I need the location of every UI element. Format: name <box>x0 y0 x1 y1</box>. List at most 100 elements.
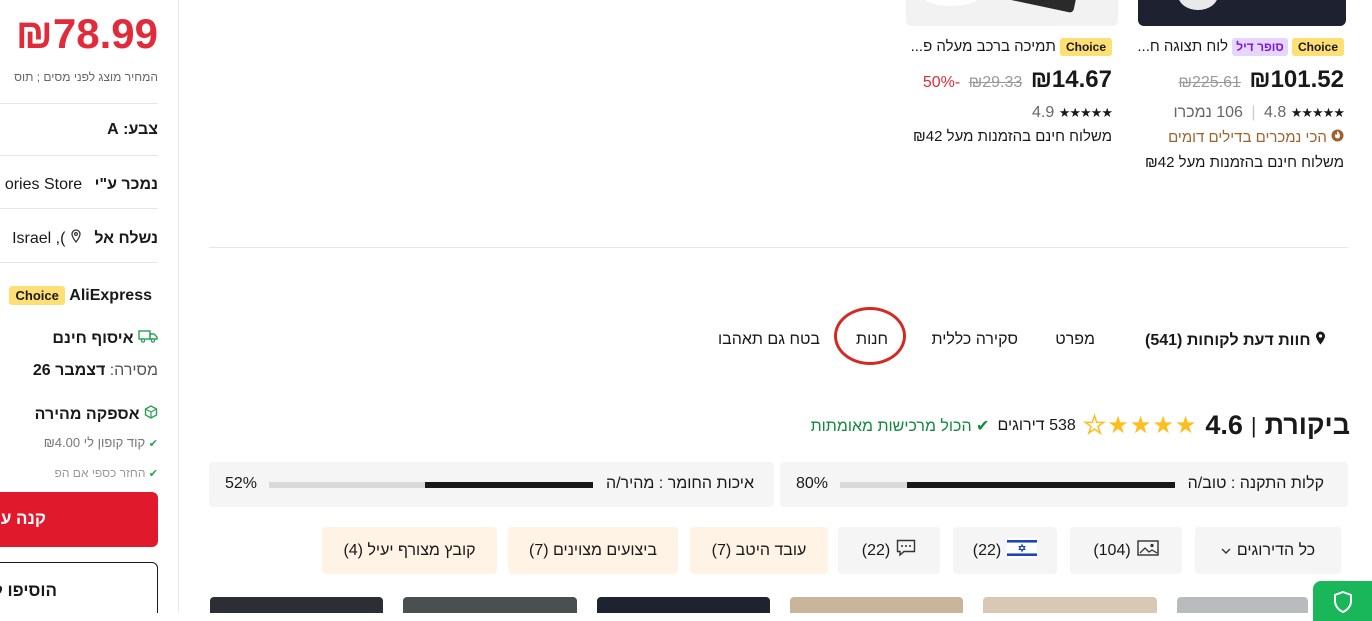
delivery-label: מסירה: <box>109 362 158 379</box>
coupon-line: ✔ קוד קופון לי ₪4.00 <box>44 435 158 450</box>
filter-photos[interactable]: (104) <box>1070 527 1182 574</box>
tab-specs[interactable]: מפרט <box>1055 331 1095 349</box>
separator: | <box>1251 104 1256 121</box>
product-price-row: ₪14.67 ₪29.33 -50% <box>923 66 1112 94</box>
price-note: המחיר מוצג לפני מסים ; תוס <box>14 70 158 84</box>
price: ₪78.99 <box>15 10 158 57</box>
half-star-icon: ★ <box>1083 411 1106 440</box>
rating-bar-fill <box>424 482 593 488</box>
filter-all-ratings[interactable]: כל הדירוגים <box>1195 527 1341 574</box>
verified-text: הכול מרכישות מאומתות <box>810 417 972 435</box>
product-image-detail <box>921 0 981 6</box>
product-price: ₪101.52 <box>1249 66 1344 93</box>
location-pin-icon <box>65 229 81 247</box>
sold-by-label: נמכר ע"י <box>94 176 158 193</box>
divider <box>0 208 158 209</box>
product-image[interactable] <box>906 0 1118 26</box>
filter-tag[interactable]: קובץ מצורף יעיל (4) <box>322 527 497 574</box>
tab-overview[interactable]: סקירה כללית <box>931 331 1018 349</box>
aliexpress-label: AliExpress <box>69 287 152 304</box>
floating-help-button[interactable] <box>1313 581 1372 621</box>
review-score: 4.6 <box>1205 410 1243 440</box>
refund-line: ✔ החזר כספי אם הפ <box>55 466 158 480</box>
filter-country[interactable]: (22) <box>953 527 1057 574</box>
delivery-date: מסירה: דצמבר 26 <box>33 362 158 380</box>
review-stars: ★★★★ <box>1107 412 1198 439</box>
choice-badge: Choice <box>1059 38 1112 56</box>
review-photo[interactable] <box>983 597 1157 613</box>
store-name-link[interactable]: ories Store <box>5 176 82 193</box>
product-price-row: ₪101.52 ₪225.61 <box>1178 66 1344 94</box>
superdeal-badge: סופר דיל <box>1232 38 1288 56</box>
filter-comments[interactable]: (22) <box>838 527 940 574</box>
box-icon <box>140 405 158 423</box>
filter-label: (22) <box>972 541 1002 559</box>
fast-delivery-label: אספקה מהירה <box>34 406 140 423</box>
add-to-cart-button[interactable]: הוסיפו ל <box>0 562 158 613</box>
rating-bar-track <box>269 482 593 488</box>
best-seller-text: הכי נמכרים בדילים דומים <box>1168 129 1327 146</box>
product-image[interactable] <box>1138 0 1346 26</box>
choice-badge: Choice <box>9 286 65 305</box>
ship-to-label: נשלח אל <box>94 230 158 247</box>
choice-badge: Choice <box>1291 38 1344 56</box>
product-rating-row: ★★★★★ 4.9 <box>1032 104 1113 122</box>
sold-count: 106 נמכרו <box>1173 104 1243 121</box>
buy-panel: ₪78.99 המחיר מוצג לפני מסים ; תוס צבע: A… <box>0 0 179 613</box>
shipping-text: משלוח חינם בהזמנות מעל ₪42 <box>913 128 1112 145</box>
rating-bar-material: איכות החומר : מהיר/ה 52% <box>209 462 774 507</box>
verified-purchases: ✔ הכול מרכישות מאומתות <box>811 416 990 436</box>
free-pickup-label: איסוף חינם <box>52 330 134 347</box>
rating-bar-track <box>840 482 1175 488</box>
buy-now-button[interactable]: קנה ע <box>0 492 158 547</box>
review-photo[interactable] <box>403 597 577 613</box>
shield-icon <box>1333 590 1353 618</box>
coupon-text: קוד קופון לי <box>83 435 146 450</box>
ship-to-value[interactable]: ), Israel <box>12 230 65 247</box>
section-divider <box>209 247 1348 248</box>
location-pin-icon <box>1311 331 1326 349</box>
rating-bar-fill <box>907 482 1175 488</box>
shipping-text: משלוח חינם בהזמנות מעל ₪42 <box>1145 154 1344 171</box>
rating-stars: ★★★★★ <box>1058 105 1113 120</box>
product-price: ₪14.67 <box>1030 66 1112 93</box>
rating-bar-percent: 80% <box>796 475 829 492</box>
rating-bar-percent: 52% <box>225 475 258 492</box>
product-title[interactable]: Choice סופר דיל לוח תצוגה ח... <box>1137 38 1344 56</box>
chevron-down-icon <box>1221 542 1231 560</box>
review-photo[interactable] <box>597 597 770 613</box>
review-photo[interactable] <box>1177 597 1308 613</box>
filter-label: (104) <box>1093 541 1131 559</box>
color-value: A <box>107 121 119 138</box>
product-title-text: לוח תצוגה ח... <box>1137 38 1229 55</box>
review-photo[interactable] <box>210 597 383 613</box>
free-pickup: איסוף חינם <box>52 329 158 348</box>
israel-flag-icon <box>1007 538 1038 563</box>
product-title[interactable]: Choice תמיכה ברכב מעלה פ... <box>911 38 1112 56</box>
review-summary: ביקורת | 4.6 ★★★★ ★ 538 דירוגים ✔ הכול מ… <box>811 410 1350 441</box>
review-photo[interactable] <box>790 597 963 613</box>
rating-bar-ease: קלות התקנה : טוב/ה 80% <box>780 462 1348 507</box>
check-icon: ✔ <box>148 468 158 480</box>
rating-bar-label: קלות התקנה : טוב/ה <box>1187 475 1324 492</box>
choice-aliexpress: Choice AliExpress <box>9 286 158 305</box>
product-old-price: ₪29.33 <box>968 74 1023 91</box>
product-image-detail <box>1178 0 1218 10</box>
product-image-detail <box>984 0 1078 14</box>
buy-now-label: קנה ע <box>0 509 46 528</box>
tab-reviews[interactable]: חוות דעת לקוחות (541) <box>1145 331 1326 350</box>
coupon-amount: ₪4.00 <box>43 435 81 450</box>
fast-delivery: אספקה מהירה <box>35 405 158 424</box>
best-seller-row: הכי נמכרים בדילים דומים <box>1168 128 1344 146</box>
rating-value: 4.9 <box>1032 104 1055 121</box>
tab-reviews-label: חוות דעת לקוחות (541) <box>1145 332 1311 349</box>
divider <box>0 262 158 263</box>
filter-tag[interactable]: ביצועים מצוינים (7) <box>508 527 678 574</box>
highlight-circle <box>834 307 906 365</box>
filter-tag[interactable]: עובד היטב (7) <box>690 527 828 574</box>
sold-by: נמכר ע"י ories Store <box>5 176 158 194</box>
discount-badge: -50% <box>922 74 961 91</box>
rating-value: 4.8 <box>1264 104 1287 121</box>
tab-recommendations[interactable]: בטח גם תאהבו <box>718 331 820 349</box>
color-selector: צבע: A <box>107 121 158 139</box>
